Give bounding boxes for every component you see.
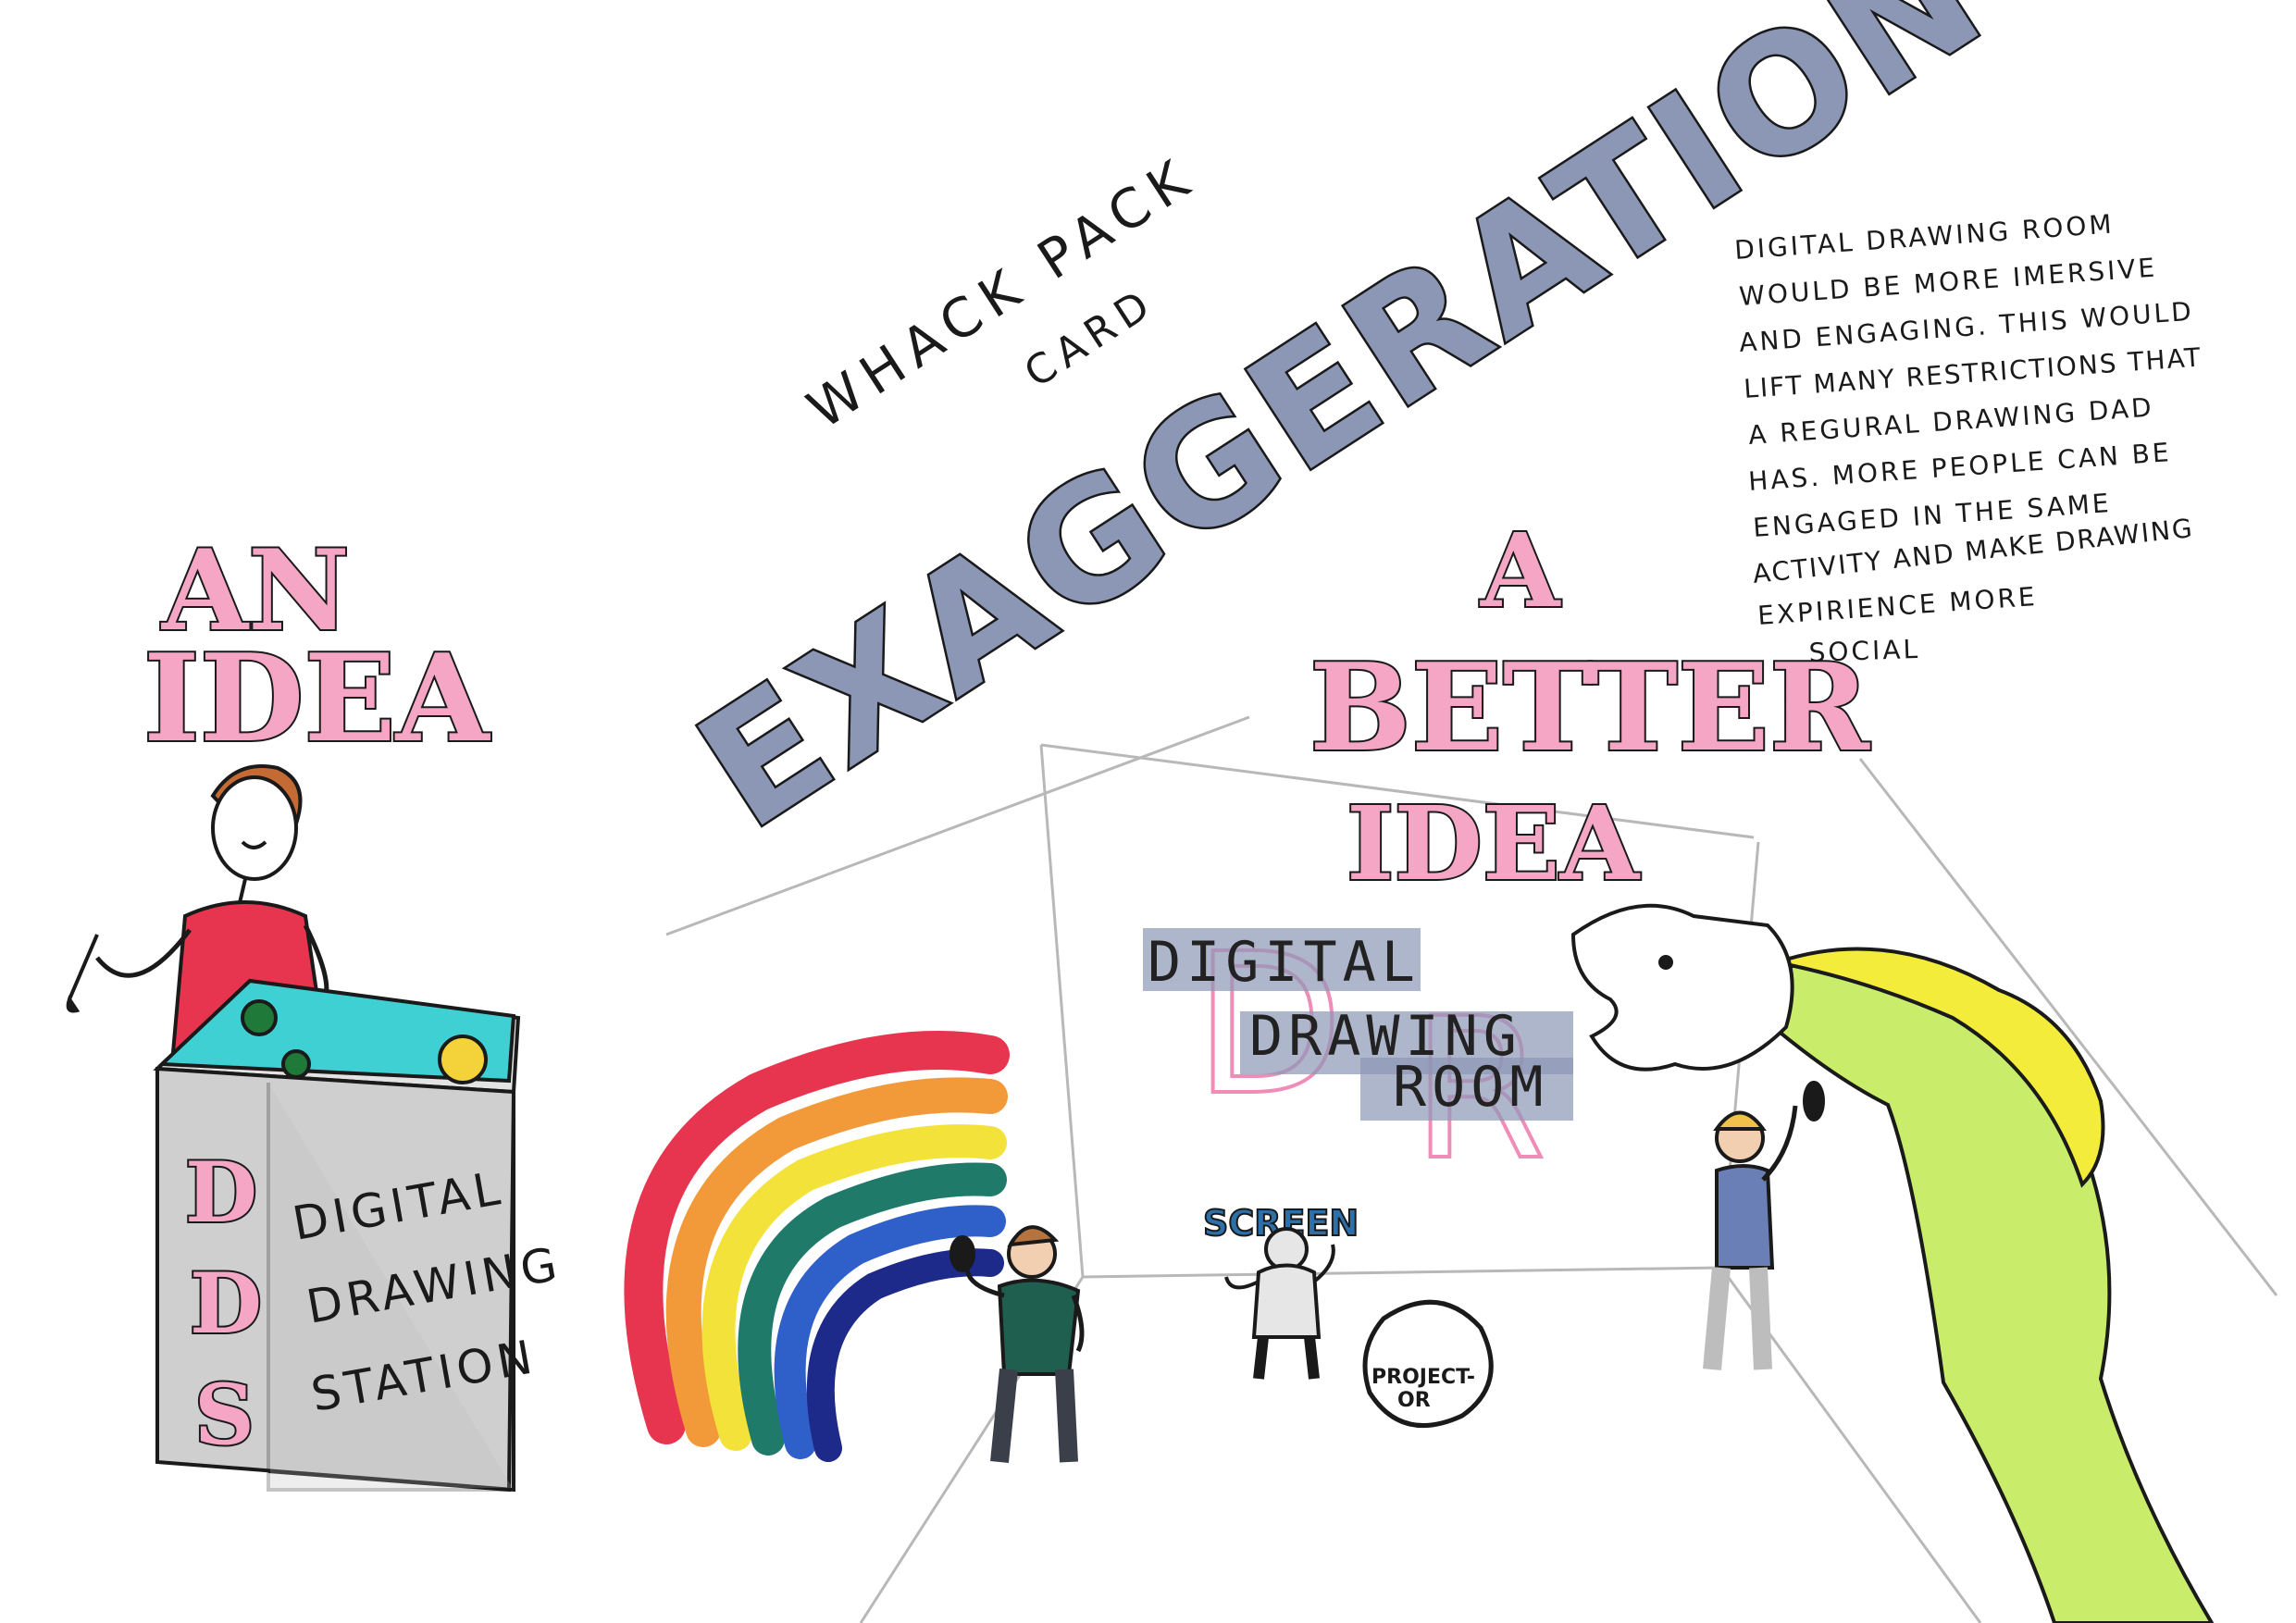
better-idea-line1: A — [1480, 511, 1561, 630]
dragon — [1570, 903, 2215, 1623]
whack-pack-card-label: WHACK PACK CARD — [797, 144, 1208, 441]
person-rainbow-painter — [949, 1225, 1085, 1463]
projector-line1: PROJECT- — [1371, 1366, 1475, 1389]
description-line-9: SOCIAL — [1808, 634, 1920, 668]
drawing-canvas: WHACK PACK CARD EXAGGERATION AN IDEA D D… — [66, 0, 2278, 1623]
description-line-8: EXPIRIENCE MORE — [1756, 581, 2038, 631]
projector: PROJECT- OR — [1362, 1299, 1494, 1429]
screen-figure: SCREEN — [1202, 1202, 1359, 1380]
room-wall-label: D R DIGITAL DRAWING ROOM — [1143, 910, 1573, 1205]
dds-letter-s: S — [194, 1366, 254, 1464]
better-idea-line3: IDEA — [1347, 784, 1641, 903]
better-idea-line2: BETTER — [1309, 637, 1870, 778]
dds-letter-d2: D — [190, 1255, 262, 1353]
person-room-painter — [1703, 1081, 1825, 1370]
dds-letters: D D S — [183, 1142, 264, 1466]
station-label: DIGITAL DRAWING STATION — [289, 1161, 565, 1422]
description-line-0: DIGITAL DRAWING ROOM — [1733, 208, 2115, 266]
dds-letter-d1: D — [185, 1144, 257, 1242]
projector-line2: OR — [1397, 1389, 1431, 1412]
description-text: DIGITAL DRAWING ROOM WOULD BE MORE IMERS… — [1733, 208, 2203, 668]
an-idea-line2: IDEA — [143, 627, 491, 769]
rainbow — [624, 1031, 1010, 1462]
room-label-line3: ROOM — [1393, 1055, 1549, 1120]
an-idea-heading: AN IDEA — [142, 524, 493, 771]
room-label-line1: DIGITAL — [1148, 930, 1421, 995]
